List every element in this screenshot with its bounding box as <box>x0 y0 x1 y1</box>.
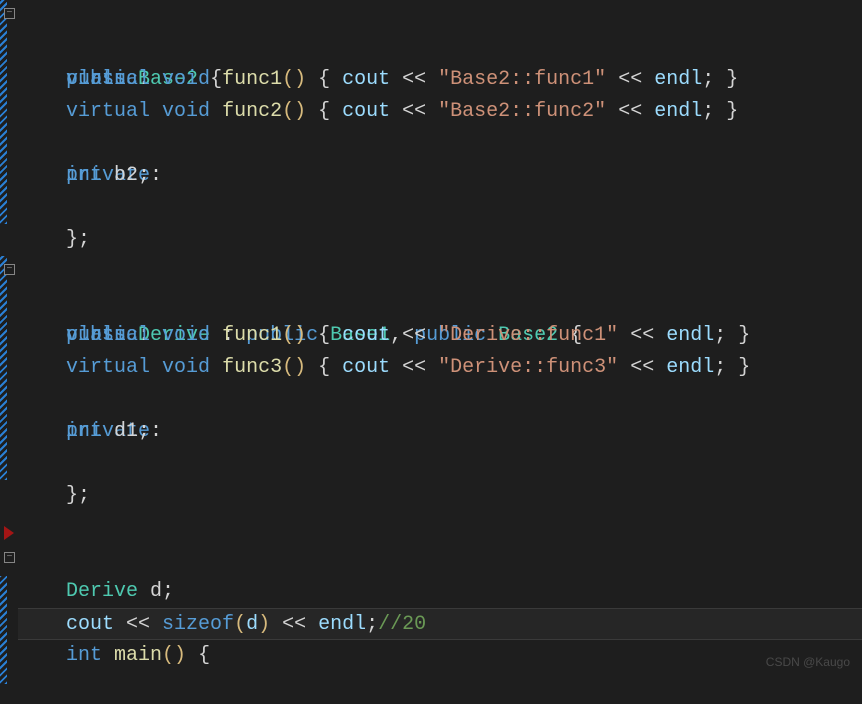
type-name: Derive <box>66 580 138 603</box>
code-line[interactable]: }; <box>18 448 862 480</box>
string-literal: "Base2::func2" <box>438 100 606 123</box>
variable: d <box>138 580 162 603</box>
keyword: virtual <box>66 356 150 379</box>
keyword: virtual <box>66 324 150 347</box>
keyword: void <box>162 68 210 91</box>
parens: () <box>282 356 306 379</box>
code-line[interactable]: private: <box>18 384 862 416</box>
comment: //20 <box>378 613 426 636</box>
change-marker <box>0 0 7 224</box>
function-name: main <box>102 644 162 667</box>
parens: () <box>282 324 306 347</box>
keyword: int <box>66 644 102 667</box>
function-name: func1 <box>222 324 282 347</box>
identifier: cout <box>66 613 114 636</box>
fold-icon[interactable]: − <box>4 552 15 563</box>
keyword: int <box>66 164 102 187</box>
keyword: int <box>66 420 102 443</box>
code-line[interactable]: }; <box>18 192 862 224</box>
code-line[interactable]: − int main() { <box>18 544 862 576</box>
function-name: func3 <box>222 356 282 379</box>
code-editor[interactable]: − class Base2 { public: virtual void fun… <box>0 0 862 640</box>
code-line[interactable] <box>18 512 862 544</box>
keyword: void <box>162 324 210 347</box>
code-line-current[interactable]: cout << sizeof(d) << endl;//20 <box>18 608 862 640</box>
keyword: void <box>162 356 210 379</box>
change-marker <box>0 576 7 684</box>
identifier: cout <box>342 68 390 91</box>
string-literal: "Derive::func1" <box>438 324 618 347</box>
code-line[interactable]: public: <box>18 288 862 320</box>
argument: d <box>246 613 258 636</box>
code-line[interactable]: int d1; <box>18 416 862 448</box>
code-line[interactable]: − class Base2 { <box>18 0 862 32</box>
change-marker <box>0 256 7 480</box>
function-name: func1 <box>222 68 282 91</box>
parens: () <box>282 68 306 91</box>
code-line[interactable]: public: <box>18 32 862 64</box>
code-line[interactable]: private: <box>18 128 862 160</box>
breakpoint-icon[interactable] <box>4 526 14 540</box>
keyword: virtual <box>66 100 150 123</box>
code-line[interactable]: virtual void func2() { cout << "Base2::f… <box>18 96 862 128</box>
identifier: cout <box>342 356 390 379</box>
fold-icon[interactable]: − <box>4 264 15 275</box>
code-line[interactable]: virtual void func1() { cout << "Derive::… <box>18 320 862 352</box>
fold-icon[interactable]: − <box>4 8 15 19</box>
code-line[interactable] <box>18 224 862 256</box>
code-line[interactable] <box>18 480 862 512</box>
code-line[interactable]: virtual void func3() { cout << "Derive::… <box>18 352 862 384</box>
function-name: func2 <box>222 100 282 123</box>
string-literal: "Derive::func3" <box>438 356 618 379</box>
keyword: void <box>162 100 210 123</box>
string-literal: "Base2::func1" <box>438 68 606 91</box>
parens: () <box>282 100 306 123</box>
identifier: cout <box>342 100 390 123</box>
code-line[interactable]: int b2; <box>18 160 862 192</box>
keyword: virtual <box>66 68 150 91</box>
identifier: cout <box>342 324 390 347</box>
keyword: sizeof <box>162 613 234 636</box>
variable: d1 <box>102 420 138 443</box>
watermark: CSDN @Kaugo <box>766 646 850 678</box>
code-line[interactable]: Derive d; <box>18 576 862 608</box>
parens: () <box>162 644 186 667</box>
code-line[interactable]: virtual void func1() { cout << "Base2::f… <box>18 64 862 96</box>
variable: b2 <box>102 164 138 187</box>
code-line[interactable]: − class Derive : public Base1, public Ba… <box>18 256 862 288</box>
